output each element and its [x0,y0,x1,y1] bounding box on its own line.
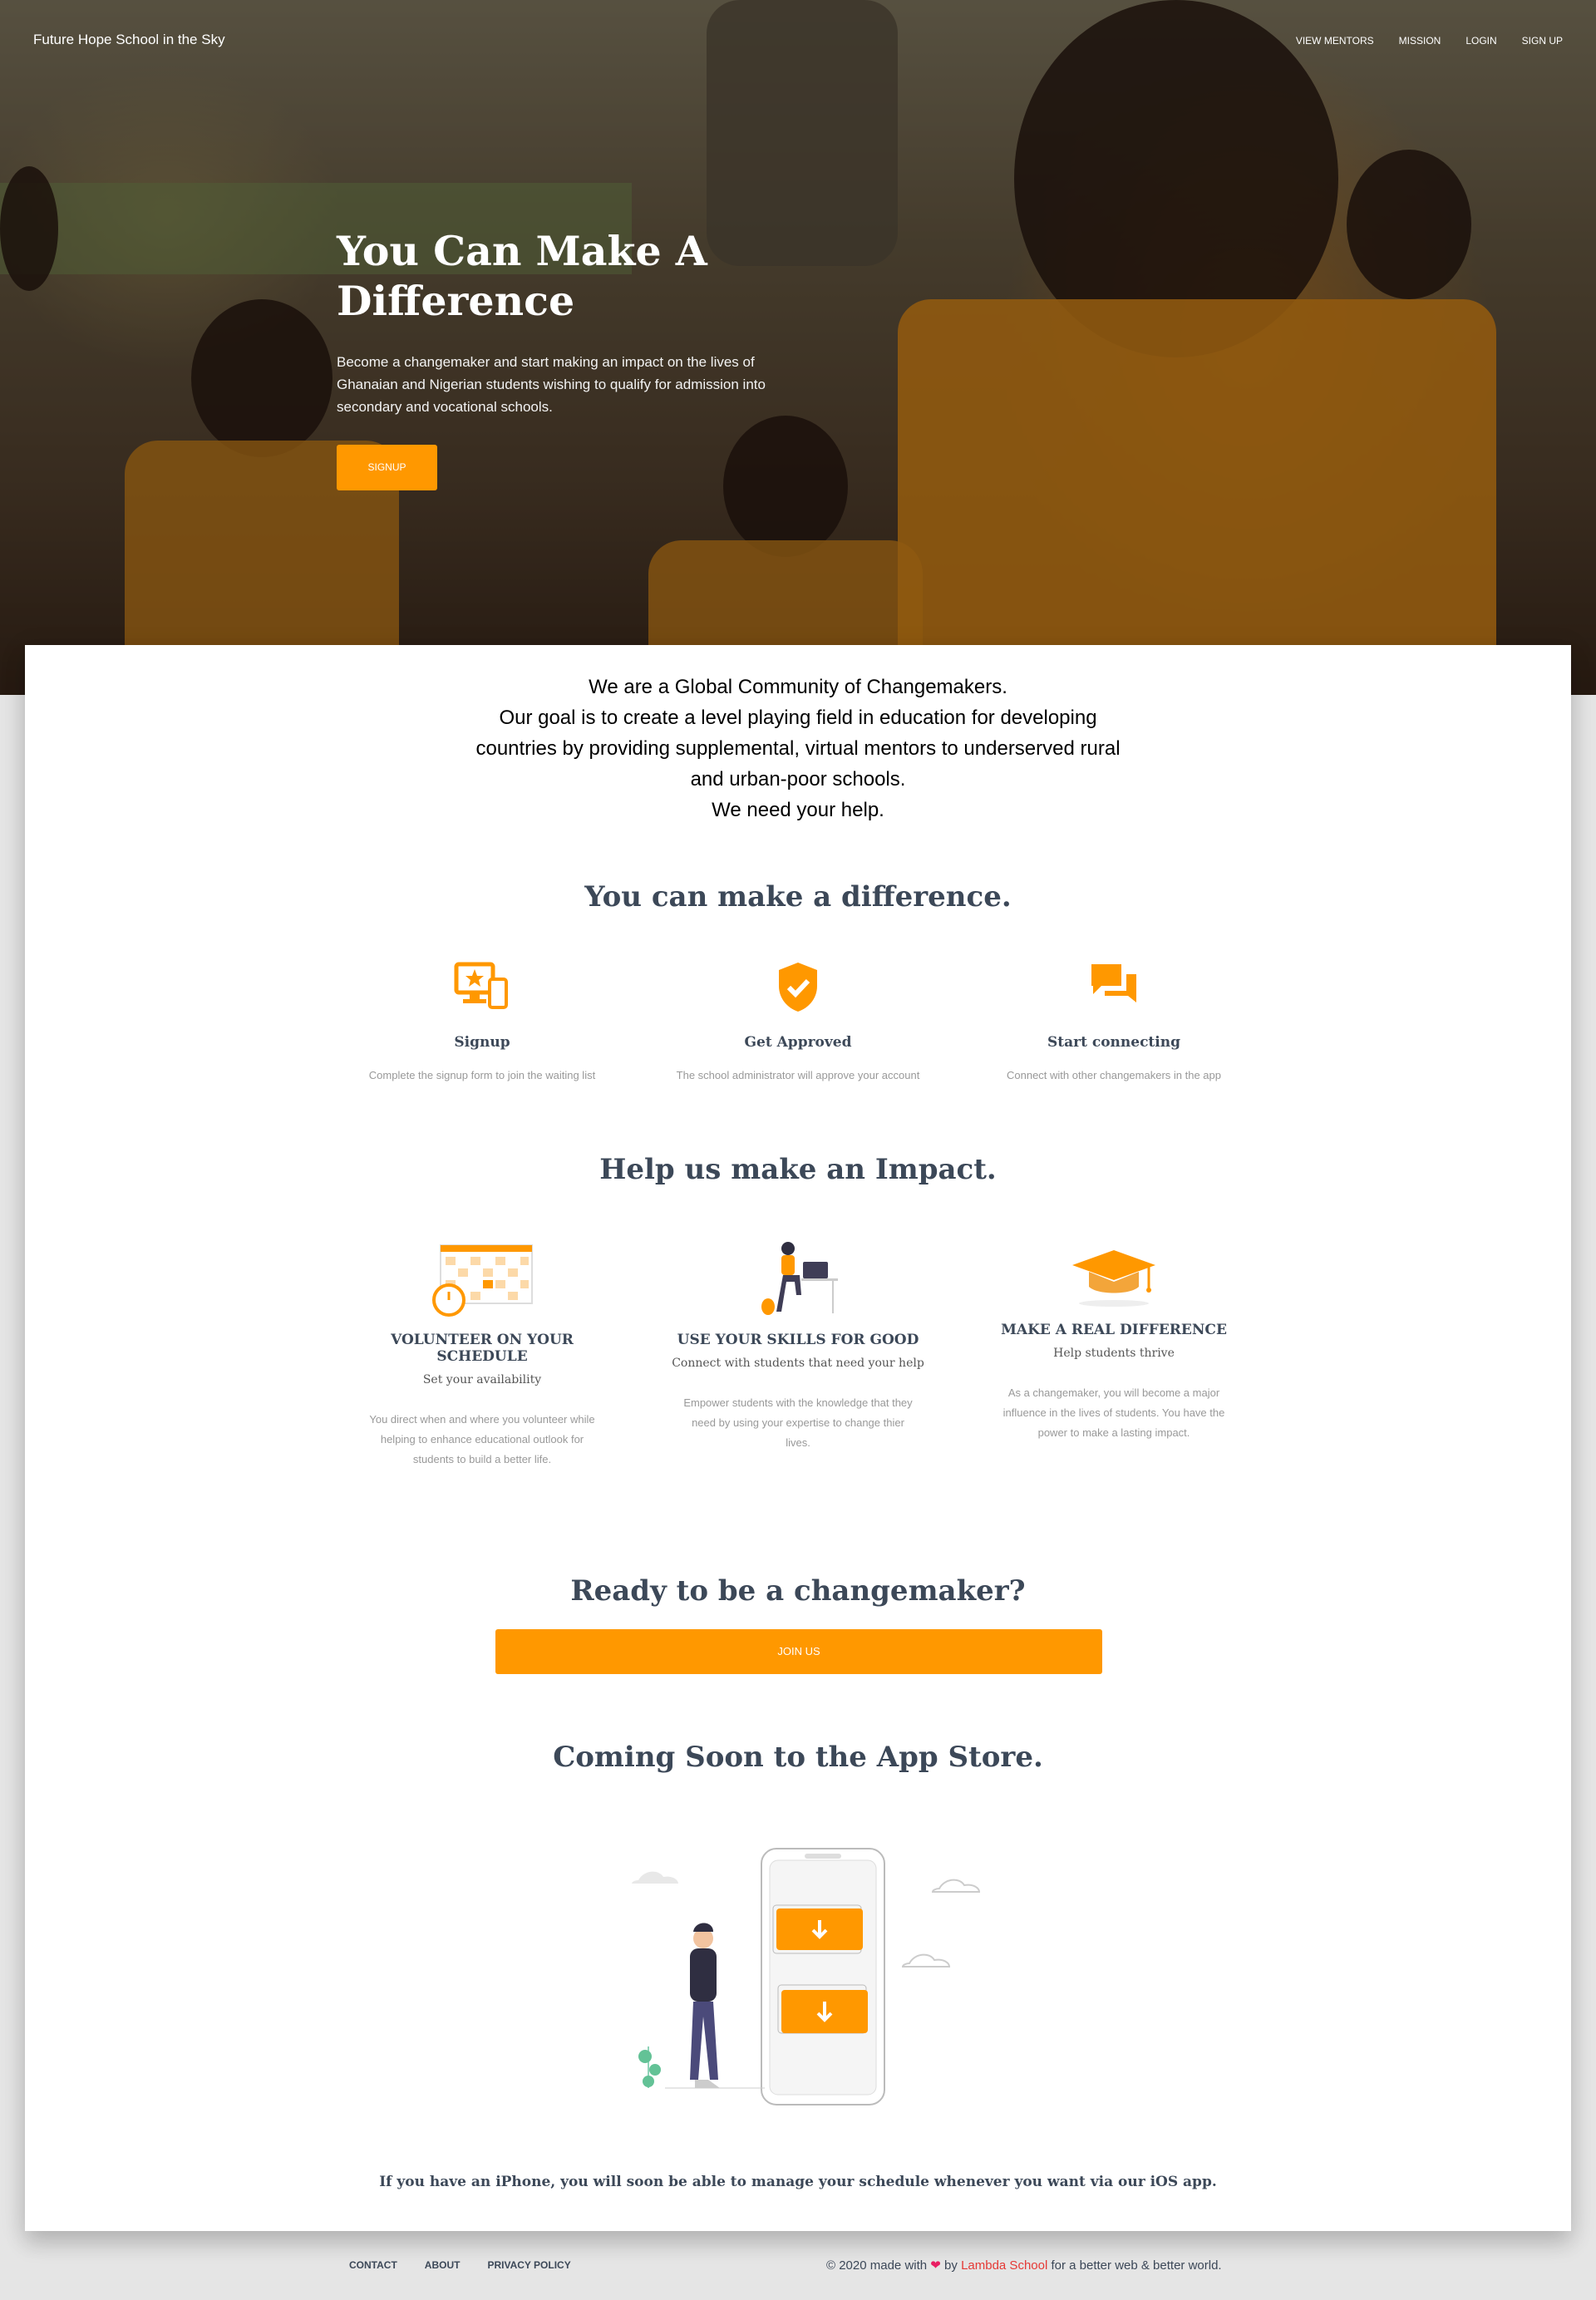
impact-title: Help us make an Impact. [599,1153,997,1186]
app-title: Coming Soon to the App Store. [553,1741,1043,1774]
hero-content: You Can Make A Difference Become a chang… [337,226,786,490]
feature-desc: The school administrator will approve yo… [676,1069,920,1081]
nav-sign-up[interactable]: SIGN UP [1522,35,1563,47]
hero-section: Future Hope School in the Sky VIEW MENTO… [0,0,1596,695]
copyright-by: by [944,2258,958,2273]
feature-name: Signup [454,1034,510,1051]
cta-title: Ready to be a changemaker? [570,1574,1026,1608]
impact-sub: Help students thrive [1053,1347,1175,1360]
impact-name: USE YOUR SKILLS FOR GOOD [677,1332,919,1348]
app-store-illustration [615,1839,1006,2138]
impact-sub: Set your availability [422,1373,542,1386]
brand-logo[interactable]: Future Hope School in the Sky [33,32,225,48]
hero-description: Become a changemaker and start making an… [337,354,766,415]
main-card: We are a Global Community of Changemaker… [25,645,1571,2231]
intro-text: We are a Global Community of Changemaker… [466,672,1130,825]
app-caption: If you have an iPhone, you will soon be … [379,2174,1217,2190]
impact-desc: You direct when and where you volunteer … [369,1413,595,1465]
feature-signup: Signup Complete the signup form to join … [341,958,623,1081]
impact-desc: As a changemaker, you will become a majo… [1002,1386,1225,1439]
feature-name: Start connecting [1047,1034,1180,1051]
intro-line: We are a Global Community of Changemaker… [589,676,1007,698]
footer-about-link[interactable]: ABOUT [425,2259,461,2271]
nav-links: VIEW MENTORS MISSION LOGIN SIGN UP [1296,35,1563,47]
lambda-school-link[interactable]: Lambda School [961,2258,1047,2273]
impact-real-difference: MAKE A REAL DIFFERENCE Help students thr… [981,1237,1247,1443]
footer-contact-link[interactable]: CONTACT [349,2259,397,2271]
footer-nav: CONTACT ABOUT PRIVACY POLICY [349,2259,571,2271]
heart-icon: ❤ [930,2258,941,2273]
graduation-cap-illustration [1056,1237,1172,1310]
feature-name: Get Approved [744,1034,852,1051]
nav-mission[interactable]: MISSION [1399,35,1441,47]
footer-privacy-link[interactable]: PRIVACY POLICY [487,2259,570,2271]
copyright-prefix: © 2020 made with [826,2258,928,2273]
impact-volunteer: VOLUNTEER ON YOUR SCHEDULE Set your avai… [349,1237,615,1470]
feature-desc: Connect with other changemakers in the a… [1007,1069,1221,1081]
chat-bubbles-icon [1085,958,1143,1016]
copyright-suffix: for a better web & better world. [1051,2258,1222,2273]
hero-bg-shirt [898,299,1496,695]
impact-sub: Connect with students that need your hel… [672,1357,924,1370]
nav-view-mentors[interactable]: VIEW MENTORS [1296,35,1374,47]
impact-desc: Empower students with the knowledge that… [683,1396,913,1449]
computer-star-icon [453,958,511,1016]
impact-skills: USE YOUR SKILLS FOR GOOD Connect with st… [665,1237,931,1453]
features-title: You can make a difference. [584,880,1012,914]
intro-line: Our goal is to create a level playing fi… [475,707,1121,790]
hero-bg-child [1347,150,1471,299]
verified-shield-icon [769,958,827,1016]
person-laptop-illustration [740,1237,856,1320]
intro-line: We need your help. [712,799,884,821]
nav-login[interactable]: LOGIN [1465,35,1496,47]
hero-title: You Can Make A Difference [337,227,707,325]
feature-get-approved: Get Approved The school administrator wi… [657,958,939,1081]
feature-desc: Complete the signup form to join the wai… [368,1069,596,1081]
impact-name: MAKE A REAL DIFFERENCE [1001,1322,1227,1338]
navbar: Future Hope School in the Sky VIEW MENTO… [0,0,1596,83]
copyright: © 2020 made with ❤ by Lambda School for … [826,2258,1222,2273]
hero-bg-child [0,166,58,291]
hero-bg-child [191,299,332,457]
join-us-button[interactable]: JOIN US [495,1629,1102,1674]
calendar-clock-illustration [424,1237,540,1320]
hero-signup-button[interactable]: SIGNUP [337,445,437,490]
feature-start-connecting: Start connecting Connect with other chan… [973,958,1255,1081]
impact-name: VOLUNTEER ON YOUR SCHEDULE [391,1332,574,1365]
